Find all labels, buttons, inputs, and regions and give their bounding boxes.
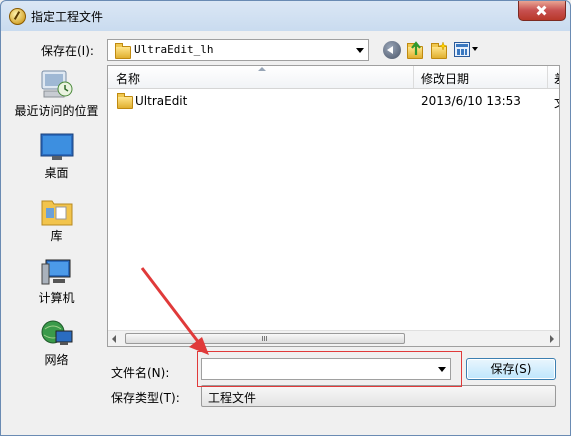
dialog-window: 指定工程文件 保存在(I): UltraEdit_lh 最近访问的位置 桌面 库…: [0, 0, 571, 436]
annotation-arrow: [140, 267, 209, 355]
